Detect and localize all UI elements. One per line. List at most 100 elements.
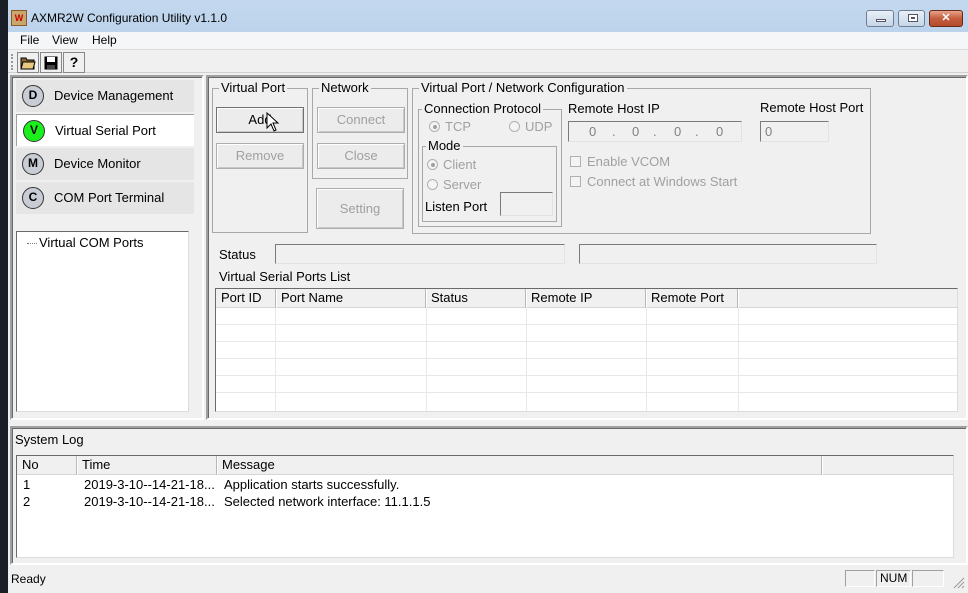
sidebar-item-label: Device Management bbox=[54, 88, 174, 103]
log-no: 1 bbox=[23, 477, 31, 492]
tcp-label: TCP bbox=[445, 119, 471, 134]
sidebar-item-device-management[interactable]: D Device Management bbox=[16, 80, 194, 112]
save-button[interactable] bbox=[40, 52, 62, 73]
ip-separator: . bbox=[653, 124, 657, 139]
remote-host-port-label: Remote Host Port bbox=[760, 100, 864, 115]
remote-host-ip-label: Remote Host IP bbox=[568, 101, 660, 116]
log-row[interactable]: 2 2019-3-10--14-21-18... Selected networ… bbox=[17, 494, 953, 511]
table-row bbox=[216, 376, 957, 393]
status-field-2 bbox=[579, 244, 877, 264]
status-text: Ready bbox=[11, 572, 46, 586]
close-connection-button[interactable]: Close bbox=[317, 143, 405, 169]
ip-separator: . bbox=[612, 124, 616, 139]
open-button[interactable] bbox=[17, 52, 39, 73]
column-time[interactable]: Time bbox=[77, 456, 217, 475]
system-log-title: System Log bbox=[15, 432, 84, 447]
listen-port-input[interactable] bbox=[500, 192, 553, 216]
network-group-title: Network bbox=[319, 80, 371, 95]
client-label: Client bbox=[443, 157, 477, 172]
app-window: W AXMR2W Configuration Utility v1.1.0 ✕ … bbox=[0, 0, 968, 593]
status-field-1 bbox=[275, 244, 565, 264]
remote-host-port-input[interactable]: 0 bbox=[760, 121, 829, 142]
mode-title: Mode bbox=[426, 138, 463, 153]
column-port-id[interactable]: Port ID bbox=[216, 289, 276, 308]
log-table-header: No Time Message bbox=[17, 456, 953, 475]
log-time: 2019-3-10--14-21-18... bbox=[84, 494, 215, 509]
menu-help[interactable]: Help bbox=[88, 33, 121, 47]
tree-item-virtual-com-ports[interactable]: Virtual COM Ports bbox=[39, 235, 144, 250]
setting-button[interactable]: Setting bbox=[316, 188, 404, 229]
toolbar: ? bbox=[8, 51, 968, 73]
help-icon: ? bbox=[69, 54, 79, 70]
status-label: Status bbox=[219, 247, 256, 262]
network-group: Network Connect Close bbox=[312, 81, 408, 179]
column-remote-ip[interactable]: Remote IP bbox=[526, 289, 646, 308]
connect-at-windows-start-label: Connect at Windows Start bbox=[587, 174, 738, 189]
column-port-name[interactable]: Port Name bbox=[276, 289, 426, 308]
status-indicator-caps bbox=[845, 570, 875, 587]
client-radio[interactable] bbox=[427, 159, 438, 170]
ip-octet-2: 0 bbox=[632, 124, 640, 139]
log-row[interactable]: 1 2019-3-10--14-21-18... Application sta… bbox=[17, 477, 953, 494]
log-no: 2 bbox=[23, 494, 31, 509]
enable-vcom-label: Enable VCOM bbox=[587, 154, 671, 169]
virtual-serial-ports-table[interactable]: Port ID Port Name Status Remote IP Remot… bbox=[215, 288, 958, 412]
com-port-terminal-icon: C bbox=[22, 187, 44, 209]
menu-view[interactable]: View bbox=[48, 33, 82, 47]
open-folder-icon bbox=[20, 57, 36, 70]
add-button[interactable]: Add bbox=[216, 107, 304, 133]
menu-bar: File View Help bbox=[8, 32, 968, 50]
help-button[interactable]: ? bbox=[63, 52, 85, 73]
enable-vcom-checkbox[interactable] bbox=[570, 156, 581, 167]
status-indicator-num: NUM bbox=[876, 570, 911, 587]
resize-grip-icon[interactable] bbox=[953, 577, 965, 589]
mode-group: Mode Client Server Listen Port bbox=[422, 139, 557, 222]
ip-octet-4: 0 bbox=[716, 124, 724, 139]
main-panel: Virtual Port Add Remove Network Connect … bbox=[206, 75, 968, 420]
minimize-button[interactable] bbox=[866, 10, 894, 27]
configuration-group-title: Virtual Port / Network Configuration bbox=[419, 80, 627, 95]
connection-protocol-title: Connection Protocol bbox=[422, 101, 544, 116]
virtual-port-group: Virtual Port Add Remove bbox=[212, 81, 308, 233]
ip-octet-1: 0 bbox=[589, 124, 597, 139]
listen-port-label: Listen Port bbox=[425, 199, 488, 214]
column-message[interactable]: Message bbox=[217, 456, 822, 475]
device-management-icon: D bbox=[22, 85, 44, 107]
configuration-group: Virtual Port / Network Configuration Con… bbox=[412, 81, 871, 234]
virtual-port-group-title: Virtual Port bbox=[219, 80, 288, 95]
system-log-table[interactable]: No Time Message 1 2019-3-10--14-21-18...… bbox=[16, 455, 954, 558]
minimize-icon bbox=[876, 19, 886, 22]
maximize-button[interactable] bbox=[898, 10, 925, 27]
remove-button[interactable]: Remove bbox=[216, 143, 304, 169]
connect-button[interactable]: Connect bbox=[317, 107, 405, 133]
menu-file[interactable]: File bbox=[16, 33, 43, 47]
server-label: Server bbox=[443, 177, 482, 192]
sidebar-item-label: Virtual Serial Port bbox=[55, 123, 156, 138]
sidebar-item-com-port-terminal[interactable]: C COM Port Terminal bbox=[16, 182, 194, 214]
column-status[interactable]: Status bbox=[426, 289, 526, 308]
virtual-com-ports-tree[interactable]: Virtual COM Ports bbox=[16, 231, 189, 412]
system-log-panel: System Log No Time Message 1 2019-3-10--… bbox=[10, 426, 968, 565]
sidebar-item-label: Device Monitor bbox=[54, 156, 141, 171]
rw-logo-icon: W bbox=[11, 10, 27, 26]
connect-at-windows-start-checkbox[interactable] bbox=[570, 176, 581, 187]
close-button[interactable]: ✕ bbox=[929, 10, 963, 27]
remote-host-ip-input[interactable]: 0 . 0 . 0 . 0 bbox=[568, 121, 742, 142]
sidebar-item-virtual-serial-port[interactable]: V Virtual Serial Port bbox=[16, 114, 194, 146]
close-icon: ✕ bbox=[941, 12, 951, 24]
tree-connector bbox=[27, 243, 37, 244]
toolbar-grip[interactable] bbox=[11, 54, 14, 70]
column-remote-port[interactable]: Remote Port bbox=[646, 289, 738, 308]
ip-separator: . bbox=[695, 124, 699, 139]
client-area: File View Help ? D Device Management V V… bbox=[8, 32, 968, 593]
server-radio[interactable] bbox=[427, 179, 438, 190]
udp-label: UDP bbox=[525, 119, 553, 134]
log-message: Selected network interface: 11.1.1.5 bbox=[224, 494, 431, 509]
table-row bbox=[216, 342, 957, 359]
udp-radio[interactable] bbox=[509, 121, 520, 132]
tcp-radio[interactable] bbox=[429, 121, 440, 132]
status-indicator-scrl bbox=[912, 570, 944, 587]
column-no[interactable]: No bbox=[17, 456, 77, 475]
sidebar-item-device-monitor[interactable]: M Device Monitor bbox=[16, 148, 194, 180]
log-message: Application starts successfully. bbox=[224, 477, 400, 492]
